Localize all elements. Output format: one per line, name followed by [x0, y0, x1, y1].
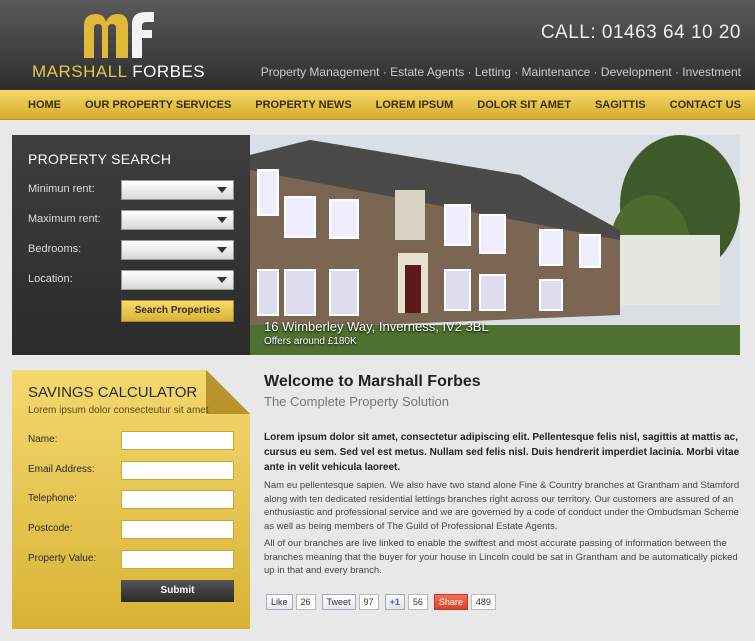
share-button[interactable]: Share 489 — [433, 594, 496, 610]
min-rent-row: Minimun rent: — [28, 180, 234, 200]
name-field[interactable] — [121, 431, 234, 450]
telephone-row: Telephone: — [28, 490, 234, 510]
postcode-field[interactable] — [121, 520, 234, 539]
property-value-label: Property Value: — [28, 553, 97, 564]
savings-calculator-panel: SAVINGS CALCULATOR Lorem ipsum dolor con… — [12, 370, 250, 629]
logo-text[interactable]: MARSHALL FORBES — [32, 62, 205, 82]
nav-lorem-ipsum[interactable]: LOREM IPSUM — [376, 99, 454, 111]
property-address: 16 Wimberley Way, Inverness, IV2 3BL — [264, 319, 489, 334]
location-row: Location: — [28, 270, 234, 290]
property-search-title: PROPERTY SEARCH — [28, 151, 172, 167]
facebook-like-label: Like — [266, 594, 293, 610]
telephone-label: Telephone: — [28, 493, 77, 504]
nav-sagittis[interactable]: SAGITTIS — [595, 99, 646, 111]
max-rent-label: Maximum rent: — [28, 213, 101, 225]
chevron-down-icon — [217, 217, 227, 223]
name-label: Name: — [28, 434, 58, 445]
corner-fold — [206, 370, 250, 414]
max-rent-select[interactable] — [121, 210, 234, 230]
email-field[interactable] — [121, 461, 234, 480]
telephone-field[interactable] — [121, 490, 234, 509]
share-count: 489 — [470, 594, 496, 610]
tweet-count: 97 — [358, 594, 379, 610]
nav-contact-us[interactable]: CONTACT US — [670, 99, 741, 111]
logo-name-last: FORBES — [132, 62, 206, 81]
share-label: Share — [433, 594, 468, 610]
submit-button[interactable]: Submit — [121, 580, 234, 602]
nav-property-services[interactable]: OUR PROPERTY SERVICES — [85, 99, 231, 111]
postcode-label: Postcode: — [28, 523, 73, 534]
bedrooms-select[interactable] — [121, 240, 234, 260]
nav-dolor-sit-amet[interactable]: DOLOR SIT AMET — [477, 99, 571, 111]
tweet-label: Tweet — [321, 594, 356, 610]
body-paragraph-1: Nam eu pellentesque sapien. We also have… — [264, 480, 740, 532]
logo-name-first: MARSHALL — [32, 62, 128, 81]
google-plus-label: +1 — [384, 594, 405, 610]
bedrooms-label: Bedrooms: — [28, 243, 82, 255]
search-properties-button[interactable]: Search Properties — [121, 300, 234, 322]
name-row: Name: — [28, 431, 234, 451]
bedrooms-row: Bedrooms: — [28, 240, 234, 260]
social-share-bar: Like 26 Tweet 97 +1 56 Share 489 — [266, 594, 496, 610]
property-value-row: Property Value: — [28, 550, 234, 570]
postcode-row: Postcode: — [28, 520, 234, 540]
google-plus-count: 56 — [407, 594, 428, 610]
site-header: MARSHALL FORBES CALL: 01463 64 10 20 Pro… — [0, 0, 755, 90]
max-rent-row: Maximum rent: — [28, 210, 234, 230]
services-tagline: Property Management · Estate Agents · Le… — [260, 65, 741, 79]
page-subtitle: The Complete Property Solution — [264, 394, 449, 409]
page-title: Welcome to Marshall Forbes — [264, 373, 481, 390]
property-value-field[interactable] — [121, 550, 234, 569]
nav-home[interactable]: HOME — [28, 99, 61, 111]
featured-property-banner[interactable]: 16 Wimberley Way, Inverness, IV2 3BL Off… — [250, 135, 740, 355]
phone-number: CALL: 01463 64 10 20 — [540, 22, 741, 43]
body-paragraph-2: All of our branches are live linked to e… — [264, 538, 738, 576]
welcome-content: Welcome to Marshall Forbes The Complete … — [264, 370, 744, 578]
savings-calculator-subtitle: Lorem ipsum dolor consecteutur sit amet — [28, 405, 209, 416]
chevron-down-icon — [217, 187, 227, 193]
google-plus-button[interactable]: +1 56 — [384, 594, 428, 610]
email-row: Email Address: — [28, 461, 234, 481]
min-rent-select[interactable] — [121, 180, 234, 200]
nav-property-news[interactable]: PROPERTY NEWS — [255, 99, 351, 111]
location-select[interactable] — [121, 270, 234, 290]
facebook-like-count: 26 — [295, 594, 316, 610]
property-price: Offers around £180K — [264, 336, 357, 347]
facebook-like-button[interactable]: Like 26 — [266, 594, 316, 610]
chevron-down-icon — [217, 277, 227, 283]
min-rent-label: Minimun rent: — [28, 183, 95, 195]
lead-paragraph: Lorem ipsum dolor sit amet, consectetur … — [264, 432, 740, 473]
main-nav: HOME OUR PROPERTY SERVICES PROPERTY NEWS… — [0, 90, 755, 120]
email-label: Email Address: — [28, 464, 95, 475]
location-label: Location: — [28, 273, 73, 285]
property-search-panel: PROPERTY SEARCH Minimun rent: Maximum re… — [12, 135, 250, 355]
tweet-button[interactable]: Tweet 97 — [321, 594, 379, 610]
logo-mark-icon[interactable] — [82, 12, 156, 58]
chevron-down-icon — [217, 247, 227, 253]
savings-calculator-title: SAVINGS CALCULATOR — [28, 384, 198, 401]
